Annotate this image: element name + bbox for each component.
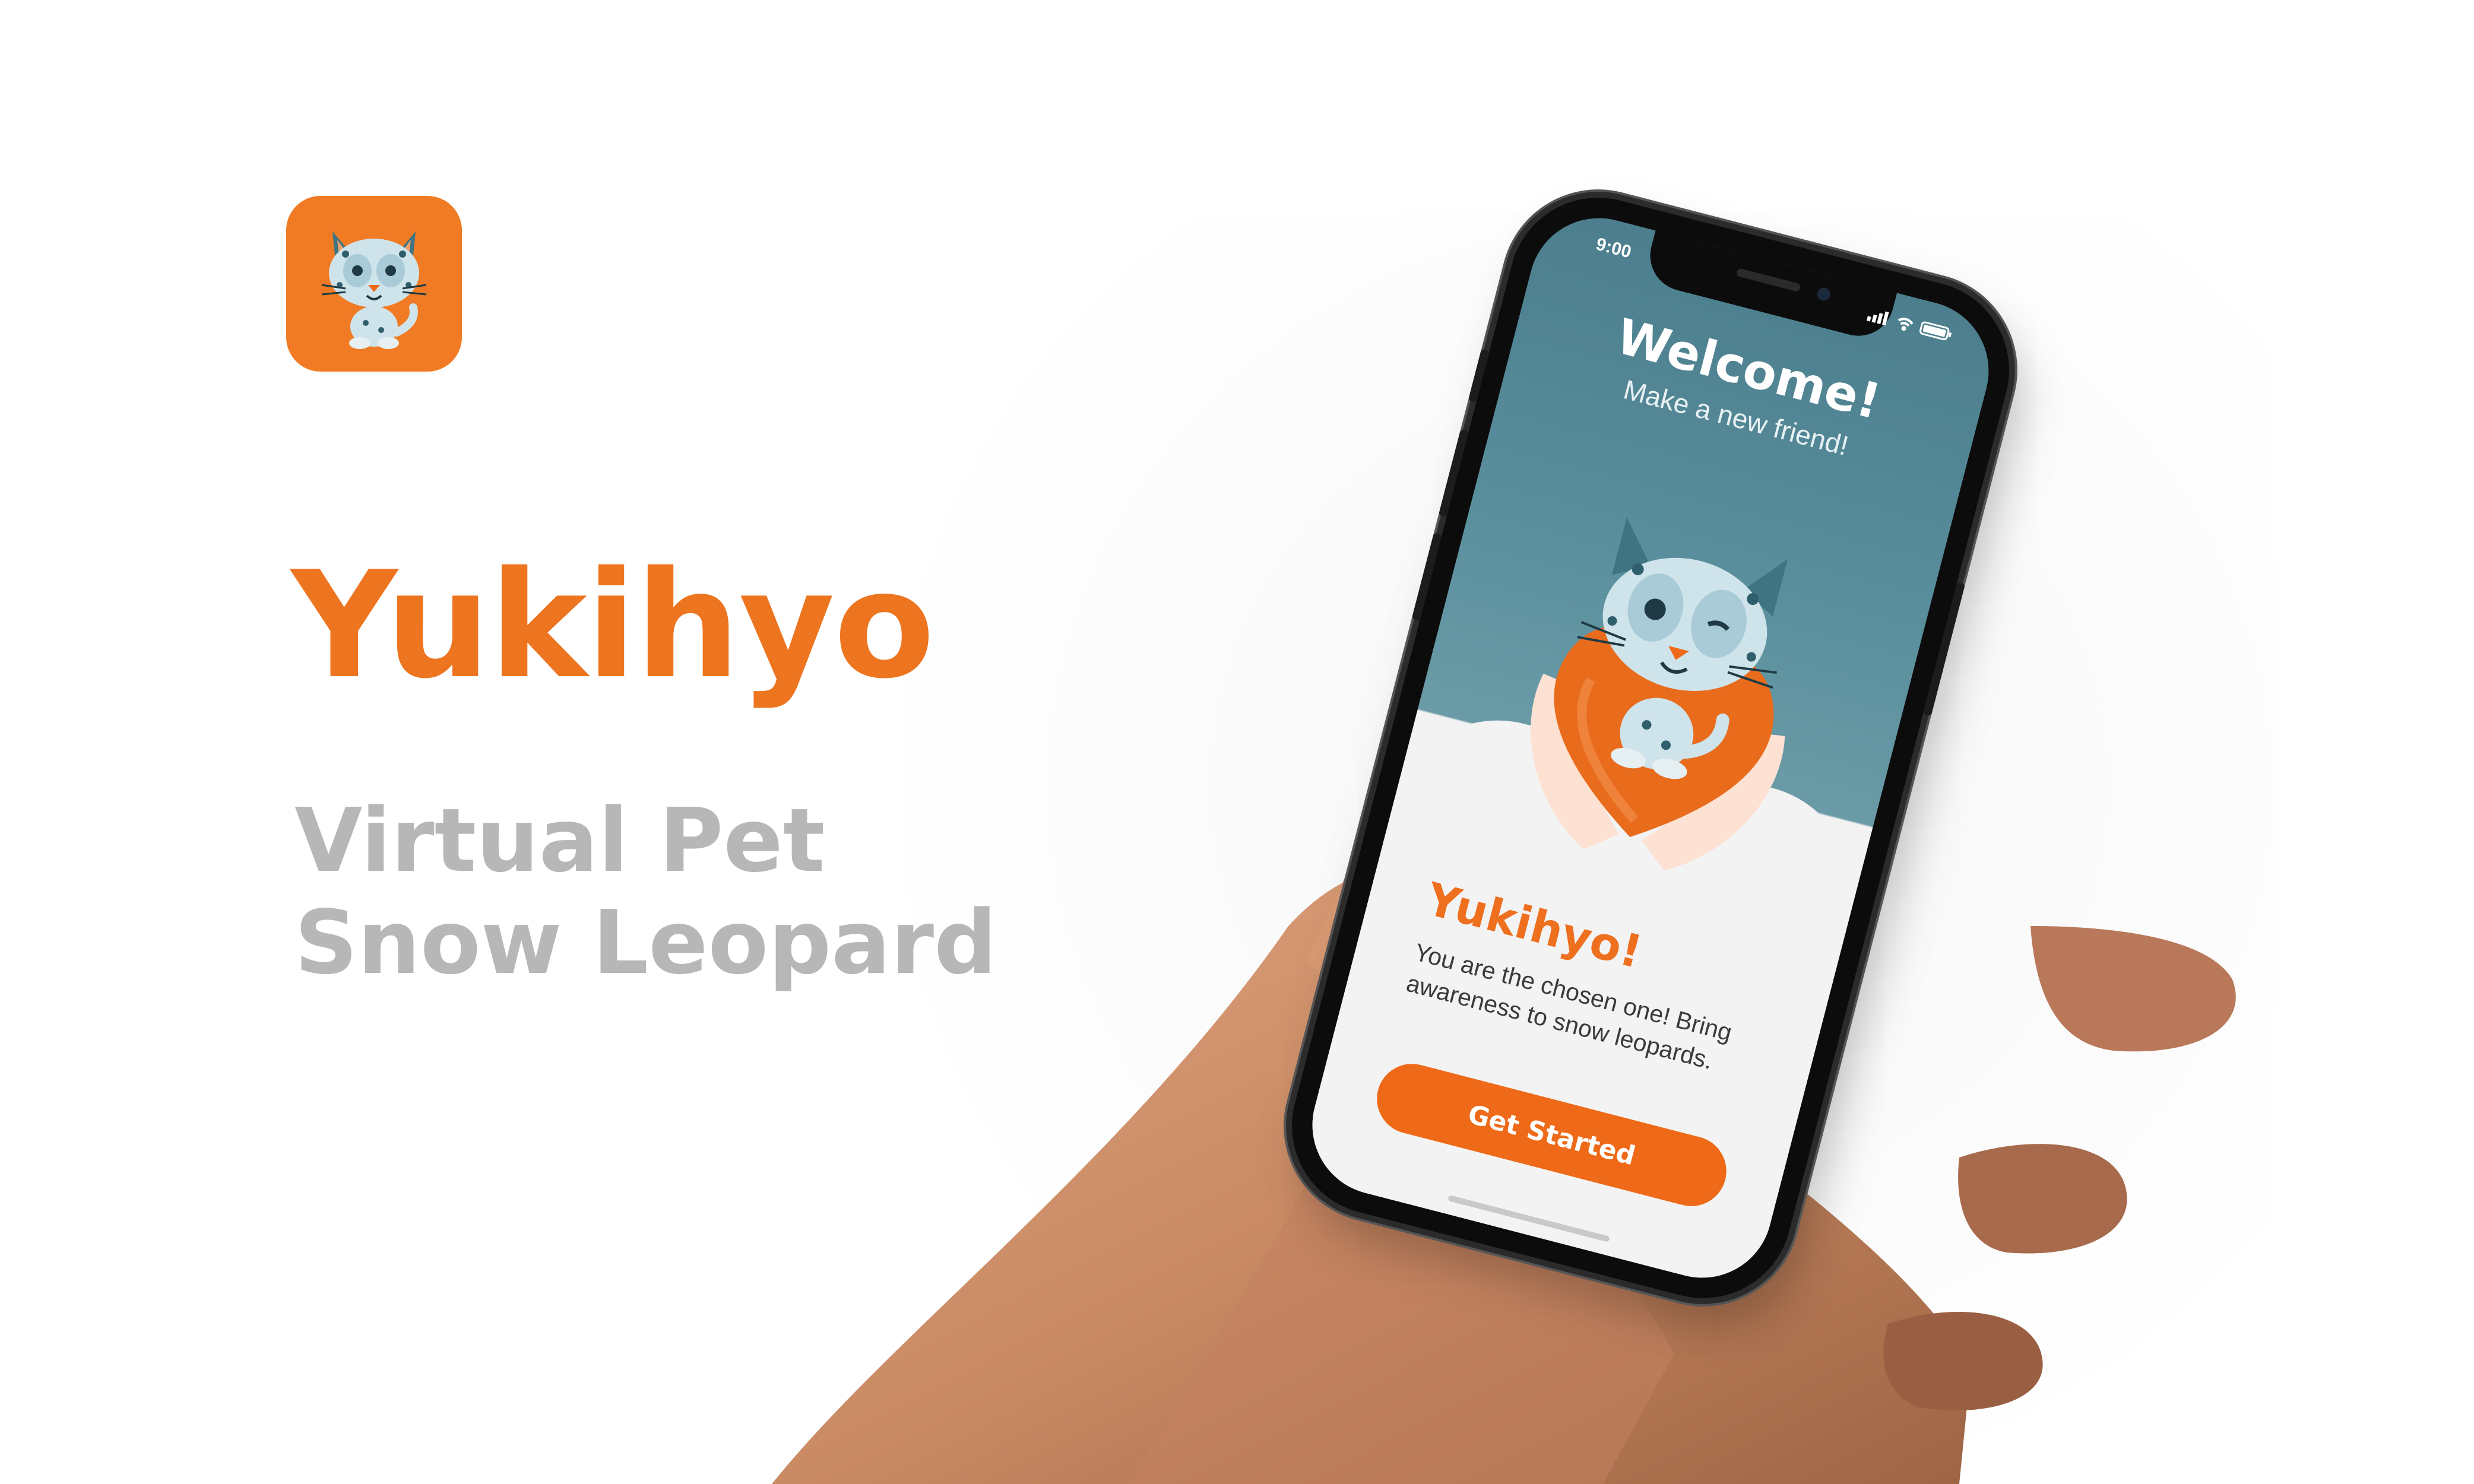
app-icon xyxy=(286,196,462,372)
status-icons xyxy=(1866,311,1952,341)
speaker-grille xyxy=(1735,268,1801,293)
brand-subtitle: Virtual Pet Snow Leopard xyxy=(294,789,997,994)
wifi-icon xyxy=(1898,318,1914,331)
signal-icon xyxy=(1866,311,1889,326)
status-time: 9:00 xyxy=(1594,234,1634,262)
front-camera xyxy=(1816,286,1832,303)
battery-icon xyxy=(1919,321,1952,341)
brand-title: Yukihyo xyxy=(291,540,935,711)
snow-leopard-mascot-icon xyxy=(321,232,427,349)
